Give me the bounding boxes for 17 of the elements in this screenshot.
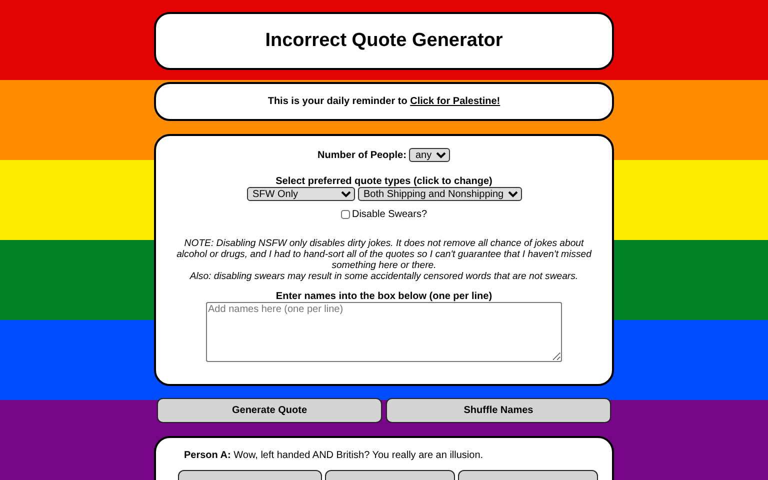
quote-types-label: Select preferred quote types (click to change): [276, 176, 492, 187]
page-title: Incorrect Quote Generator: [265, 30, 503, 52]
names-field[interactable]: Add names here (one per line): [206, 302, 562, 362]
reminder-text: This is your daily reminder to Click for Palestine!: [268, 96, 500, 107]
palestine-link[interactable]: Click for Palestine!: [410, 96, 500, 107]
action-button[interactable]: Generate Quote: [157, 398, 382, 423]
names-label: Enter names into the box below (one per line): [276, 291, 492, 302]
note-text: Also: disabling swears may result in some accidentally censored words that are not swears.: [188, 271, 580, 282]
swears-checkbox[interactable]: [340, 210, 350, 219]
people-select[interactable]: any: [409, 148, 450, 162]
action-button[interactable]: Shuffle Names: [386, 398, 611, 423]
note-text: NOTE: Disabling NSFW only disables dirty jokes. It does not remove all chance of jokes about alcohol or drugs, and I had to hand-sort all of the quotes so I can't guarantee that I haven't missed something here or there.: [176, 238, 593, 271]
quote-type-select[interactable]: SFW Only: [246, 187, 354, 201]
quote-type-select[interactable]: Both Shipping and Nonshipping: [358, 187, 522, 201]
swears-label: Disable Swears?: [352, 209, 428, 220]
quote-text: Person A: Wow, left handed AND British? You really are an illusion.: [184, 450, 484, 461]
people-label: Number of People:: [318, 150, 406, 160]
